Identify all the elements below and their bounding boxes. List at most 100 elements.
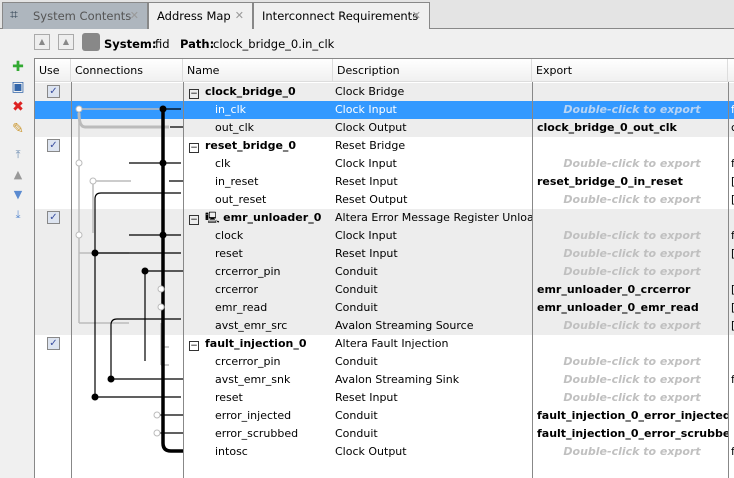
component-icon: 🖳 (205, 211, 224, 224)
column-name[interactable]: Name (183, 59, 333, 82)
tab-address-map[interactable]: Address Map ✕ (148, 2, 253, 29)
add-icon[interactable]: ✚ (9, 58, 27, 76)
use-checkbox[interactable]: ✓ (47, 139, 60, 152)
close-icon[interactable]: ✕ (130, 9, 139, 22)
port-name: clock (215, 229, 244, 242)
tab-label: System Contents (33, 9, 132, 23)
description-cell: Reset Bridge (335, 139, 406, 152)
description-cell: Reset Input (335, 391, 398, 404)
port-name: crcerror (215, 283, 259, 296)
tab-interconnect-requirements[interactable]: Interconnect Requirements ✕ (253, 2, 430, 29)
close-icon[interactable]: ✕ (235, 9, 244, 22)
system-contents-table: Use Connections Name Description Export … (34, 58, 734, 478)
description-cell: Reset Input (335, 247, 398, 260)
export-cell[interactable]: fault_injection_0_error_injected (535, 407, 729, 425)
description-cell: Conduit (335, 283, 378, 296)
export-hint[interactable]: Double-click to export (535, 389, 729, 407)
name-cell: − reset_bridge_0 (185, 137, 333, 155)
module-name: clock_bridge_0 (205, 85, 296, 98)
export-hint[interactable]: Double-click to export (535, 245, 729, 263)
remove-icon[interactable]: ✖ (9, 98, 27, 116)
use-checkbox[interactable]: ✓ (47, 337, 60, 350)
divider (183, 82, 184, 478)
port-name: avst_emr_src (215, 319, 288, 332)
column-use[interactable]: Use (35, 59, 71, 82)
description-cell: Clock Output (335, 445, 407, 458)
export-hint[interactable]: Double-click to export (535, 317, 729, 335)
column-description[interactable]: Description (333, 59, 532, 82)
export-hint[interactable]: Double-click to export (535, 263, 729, 281)
move-down-icon[interactable]: ▼ (9, 186, 27, 204)
path-label: Path: (180, 37, 215, 51)
description-cell: Clock Input (335, 103, 397, 116)
description-cell: Conduit (335, 427, 378, 440)
port-name: emr_read (215, 301, 268, 314)
collapse-icon[interactable]: − (189, 341, 199, 351)
port-name: error_scrubbed (215, 427, 299, 440)
move-bottom-icon[interactable]: ⤓ (9, 206, 27, 224)
description-cell: Altera Error Message Register Unloader (335, 211, 533, 224)
collapse-icon[interactable]: − (189, 89, 199, 99)
table-header: Use Connections Name Description Export (35, 59, 734, 82)
port-name: crcerror_pin (215, 355, 281, 368)
name-cell: − clock_bridge_0 (185, 83, 333, 101)
export-hint[interactable]: Double-click to export (535, 443, 729, 461)
description-cell: Conduit (335, 409, 378, 422)
port-name: clk (215, 157, 231, 170)
move-top-icon[interactable]: ⤒ (9, 146, 27, 164)
module-name: emr_unloader_0 (223, 211, 322, 224)
go-top-button[interactable]: ▲ (34, 34, 50, 50)
system-contents-icon: ⌗ (10, 7, 18, 23)
export-cell[interactable]: clock_bridge_0_out_clk (535, 119, 729, 137)
collapse-icon[interactable]: − (189, 143, 199, 153)
export-hint[interactable]: Double-click to export (535, 101, 729, 119)
divider (728, 82, 729, 478)
collapse-icon[interactable]: − (189, 215, 199, 225)
port-name: reset (215, 247, 243, 260)
port-name: intosc (215, 445, 248, 458)
description-cell: Clock Input (335, 229, 397, 242)
port-name: in_clk (215, 103, 247, 116)
port-name: out_clk (215, 121, 254, 134)
export-hint[interactable]: Double-click to export (535, 353, 729, 371)
export-cell[interactable]: fault_injection_0_error_scrubbed (535, 425, 729, 443)
export-hint[interactable]: Double-click to export (535, 191, 729, 209)
tab-label: Address Map (157, 9, 231, 23)
system-icon (82, 33, 100, 51)
module-name: reset_bridge_0 (205, 139, 297, 152)
add-system-icon[interactable]: ▣ (9, 78, 27, 96)
name-cell: − 🖳 emr_unloader_0 (185, 209, 333, 227)
description-cell: Reset Output (335, 193, 408, 206)
system-name: fid (155, 37, 170, 51)
export-cell[interactable]: emr_unloader_0_emr_read (535, 299, 729, 317)
export-hint[interactable]: Double-click to export (535, 227, 729, 245)
divider (532, 82, 533, 478)
export-hint[interactable]: Double-click to export (535, 155, 729, 173)
column-connections[interactable]: Connections (71, 59, 183, 82)
use-checkbox[interactable]: ✓ (47, 85, 60, 98)
description-cell: Clock Input (335, 157, 397, 170)
column-export[interactable]: Export (532, 59, 728, 82)
export-cell[interactable]: reset_bridge_0_in_reset (535, 173, 729, 191)
tab-system-contents[interactable]: ⌗ System Contents ✕ (2, 2, 148, 29)
export-cell[interactable]: emr_unloader_0_crcerror (535, 281, 729, 299)
move-up-icon[interactable]: ▲ (9, 166, 27, 184)
description-cell: Reset Input (335, 175, 398, 188)
description-cell: Clock Output (335, 121, 407, 134)
port-name: avst_emr_snk (215, 373, 291, 386)
description-cell: Avalon Streaming Source (335, 319, 474, 332)
description-cell: Altera Fault Injection (335, 337, 449, 350)
description-cell: Avalon Streaming Sink (335, 373, 460, 386)
go-up-button[interactable]: ▲ (58, 34, 74, 50)
port-name: error_injected (215, 409, 292, 422)
use-checkbox[interactable]: ✓ (47, 211, 60, 224)
connections-graph (75, 105, 183, 453)
export-hint[interactable]: Double-click to export (535, 371, 729, 389)
close-icon[interactable]: ✕ (412, 9, 421, 22)
description-cell: Conduit (335, 265, 378, 278)
module-name: fault_injection_0 (205, 337, 307, 350)
description-cell: Conduit (335, 301, 378, 314)
port-name: crcerror_pin (215, 265, 281, 278)
edit-icon[interactable]: ✎ (9, 120, 27, 138)
path-value: clock_bridge_0.in_clk (213, 37, 335, 51)
